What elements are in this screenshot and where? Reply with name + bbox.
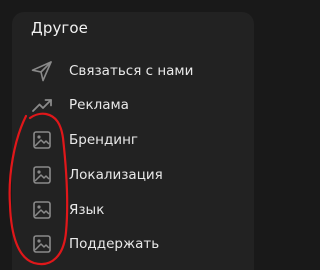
send-icon bbox=[28, 57, 56, 85]
image-icon bbox=[28, 126, 56, 154]
app-frame: Другое Связаться с нами Реклама Брендинг… bbox=[0, 0, 266, 270]
menu-item-label: Брендинг bbox=[69, 132, 138, 148]
trending-up-icon bbox=[28, 91, 56, 119]
menu-item-label: Реклама bbox=[69, 97, 129, 113]
menu-item-language[interactable]: Язык bbox=[28, 193, 250, 227]
menu-item-label: Язык bbox=[69, 202, 105, 218]
image-icon bbox=[28, 196, 56, 224]
menu-item-label: Поддержать bbox=[69, 236, 160, 252]
menu-item-label: Связаться с нами bbox=[69, 63, 194, 79]
menu-item-support[interactable]: Поддержать bbox=[28, 227, 250, 261]
menu-item-branding[interactable]: Брендинг bbox=[28, 123, 250, 157]
menu-item-label: Локализация bbox=[69, 167, 163, 183]
menu-list: Связаться с нами Реклама Брендинг Локали… bbox=[0, 0, 266, 270]
image-icon bbox=[28, 230, 56, 258]
image-icon bbox=[28, 161, 56, 189]
menu-item-contact[interactable]: Связаться с нами bbox=[28, 54, 250, 88]
menu-item-ads[interactable]: Реклама bbox=[28, 88, 250, 122]
menu-item-localization[interactable]: Локализация bbox=[28, 158, 250, 192]
